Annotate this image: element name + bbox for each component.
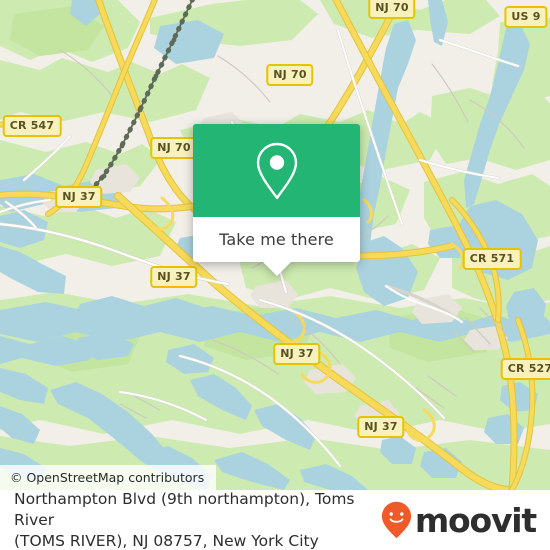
map-attribution[interactable]: © OpenStreetMap contributors: [0, 465, 217, 490]
popup-pointer-tail: [262, 262, 291, 276]
road-shield: NJ 37: [150, 266, 198, 288]
road-shield: NJ 70: [266, 64, 314, 86]
moovit-map-screenshot: .water { fill:#aad3df; } .green { fill:#…: [0, 0, 550, 550]
moovit-smiley-pin-icon: [381, 501, 411, 539]
take-me-there-popup[interactable]: Take me there: [193, 124, 360, 276]
road-shield: NJ 37: [273, 343, 321, 365]
road-shield: CR 527: [500, 358, 550, 380]
footer-bar: Northampton Blvd (9th northampton), Toms…: [0, 490, 550, 550]
map-canvas[interactable]: .water { fill:#aad3df; } .green { fill:#…: [0, 0, 550, 490]
moovit-brand[interactable]: moovit: [381, 500, 537, 540]
address-line-1: Northampton Blvd (9th northampton), Toms…: [14, 489, 355, 529]
location-address: Northampton Blvd (9th northampton), Toms…: [14, 489, 381, 550]
road-shield: US 9: [504, 6, 548, 28]
take-me-there-label: Take me there: [219, 230, 334, 249]
popup-action-area[interactable]: Take me there: [193, 217, 360, 262]
location-pin-icon: [256, 142, 297, 199]
road-shield: NJ 70: [368, 0, 416, 19]
attribution-text: © OpenStreetMap contributors: [10, 470, 205, 485]
moovit-wordmark: moovit: [414, 500, 537, 540]
address-line-2: (TOMS RIVER), NJ 08757, New York City: [14, 531, 319, 550]
road-shield: NJ 70: [150, 137, 198, 159]
road-shield: NJ 37: [55, 186, 103, 208]
road-shield: NJ 37: [357, 416, 405, 438]
road-shield: CR 547: [2, 115, 62, 137]
road-shield: CR 571: [462, 248, 522, 270]
popup-icon-area: [193, 124, 360, 217]
